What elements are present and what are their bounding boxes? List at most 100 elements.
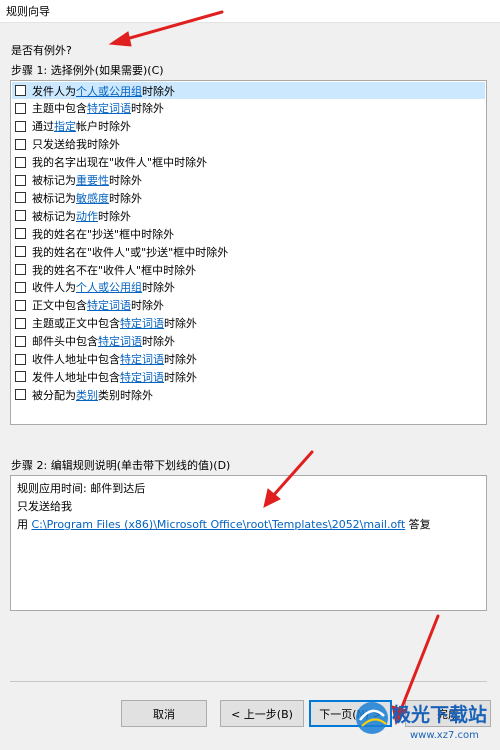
exception-text: 时除外 [164,353,197,366]
cancel-button[interactable]: 取消 [121,700,207,727]
exception-link[interactable]: 动作 [76,208,98,224]
exception-text: 收件人地址中包含 [32,353,120,366]
exception-text: 通过 [32,120,54,134]
step2-label: 步骤 2: 编辑规则说明(单击带下划线的值)(D) [11,459,231,472]
window-title: 规则向导 [6,5,50,18]
exception-item[interactable]: 发件人地址中包含 特定词语 时除外 [12,368,485,385]
exceptions-list[interactable]: 发件人为 个人或公用组 时除外 主题中包含 特定词语 时除外 通过 指定 帐户时除外… [10,80,487,425]
annotation-arrow-1-head [108,31,132,47]
exception-checkbox[interactable] [15,228,26,240]
exception-text: 主题或正文中包含 [32,317,120,331]
exception-checkbox[interactable] [15,138,26,150]
rule-description-line: 用 C:\Program Files (x86)\Microsoft Offic… [17,516,480,534]
exception-checkbox[interactable] [15,120,26,132]
exception-link[interactable]: 重要性 [76,172,109,188]
exception-text: 邮件头中包含 [32,335,98,349]
exception-text: 时除外 [131,102,164,116]
exception-text: 时除外 [131,299,164,313]
exception-text: 时除外 [142,84,175,98]
rule-description-line: 只发送给我 [17,500,72,513]
exception-item[interactable]: 邮件头中包含 特定词语 时除外 [12,333,485,350]
exception-link[interactable]: 特定词语 [120,315,164,331]
exception-text: 主题中包含 [32,102,87,116]
step1-label: 步骤 1: 选择例外(如果需要)(C) [11,64,164,77]
exception-checkbox[interactable] [15,317,26,329]
exception-text: 发件人为 [32,84,76,98]
exception-text: 时除外 [164,370,197,384]
rule-description-box: 规则应用时间: 邮件到达后 只发送给我 用 C:\Program Files (… [10,475,487,611]
exception-checkbox[interactable] [15,335,26,347]
exception-text: 发件人地址中包含 [32,370,120,384]
exception-checkbox[interactable] [15,192,26,204]
exception-text: 时除外 [142,281,175,295]
watermark-logo: 极光下载站 www.xz7.com [356,702,487,741]
watermark-text: 极光下载站 [392,703,487,726]
exception-checkbox[interactable] [15,264,26,275]
exception-item[interactable]: 被标记为 重要性 时除外 [12,172,485,189]
exception-checkbox[interactable] [15,85,26,96]
exception-link[interactable]: 特定词语 [98,333,142,349]
exception-item[interactable]: 被标记为 敏感度 时除外 [12,189,485,206]
exception-text: 正文中包含 [32,299,87,313]
back-button[interactable]: < 上一步(B) [220,700,304,727]
exception-checkbox[interactable] [15,371,26,383]
exception-checkbox[interactable] [15,281,26,293]
exception-link[interactable]: 特定词语 [87,100,131,116]
exception-text: 收件人为 [32,281,76,295]
watermark-url: www.xz7.com [410,730,479,741]
exception-item[interactable]: 我的名字出现在"收件人"框中时除外 [12,154,485,171]
exception-text: 时除外 [109,191,142,205]
exception-checkbox[interactable] [15,174,26,186]
reply-suffix: 答复 [405,518,431,531]
exception-text: 类别时除外 [98,388,153,402]
exception-checkbox[interactable] [15,156,26,168]
exception-text: 时除外 [142,335,175,349]
exception-item[interactable]: 被标记为 动作 时除外 [12,207,485,224]
exception-checkbox[interactable] [15,102,26,114]
exception-text: 时除外 [98,209,131,223]
title-bar: 规则向导 [0,0,500,23]
exception-link[interactable]: 个人或公用组 [76,279,142,295]
exception-text: 我的姓名在"抄送"框中时除外 [32,227,175,241]
rule-description-line: 规则应用时间: 邮件到达后 [17,482,146,495]
exceptions-question: 是否有例外? [11,44,72,57]
exception-checkbox[interactable] [15,353,26,365]
exception-item[interactable]: 只发送给我时除外 [12,136,485,153]
exception-text: 被标记为 [32,209,76,223]
exception-link[interactable]: 特定词语 [120,369,164,385]
exception-link[interactable]: 个人或公用组 [76,83,142,99]
exception-item[interactable]: 通过 指定 帐户时除外 [12,118,485,135]
exception-item[interactable]: 主题或正文中包含 特定词语 时除外 [12,315,485,332]
exception-item[interactable]: 发件人为 个人或公用组 时除外 [12,82,485,99]
exception-text: 被标记为 [32,191,76,205]
exception-text: 时除外 [109,174,142,187]
exception-link[interactable]: 指定 [54,118,76,134]
template-path-link[interactable]: C:\Program Files (x86)\Microsoft Office\… [32,518,406,531]
exception-text: 被分配为 [32,388,76,402]
exception-link[interactable]: 敏感度 [76,190,109,206]
exception-text: 被标记为 [32,174,76,187]
reply-prefix: 用 [17,518,32,531]
exception-checkbox[interactable] [15,299,26,311]
exception-item[interactable]: 我的姓名不在"收件人"框中时除外 [12,261,485,278]
exception-item[interactable]: 主题中包含 特定词语 时除外 [12,100,485,117]
exception-text: 只发送给我时除外 [32,138,120,152]
separator [10,681,487,682]
exception-text: 帐户时除外 [76,120,131,134]
exception-item[interactable]: 收件人为 个人或公用组 时除外 [12,279,485,296]
exception-checkbox[interactable] [15,389,26,401]
exception-item[interactable]: 我的姓名在"抄送"框中时除外 [12,225,485,242]
exception-text: 我的姓名在"收件人"或"抄送"框中时除外 [32,245,229,259]
exception-item[interactable]: 正文中包含 特定词语 时除外 [12,297,485,314]
exception-link[interactable]: 特定词语 [87,297,131,313]
exception-link[interactable]: 类别 [76,387,98,403]
exception-item[interactable]: 被分配为 类别 类别时除外 [12,386,485,403]
exception-checkbox[interactable] [15,210,26,222]
exception-checkbox[interactable] [15,246,26,258]
exception-text: 我的姓名不在"收件人"框中时除外 [32,263,197,277]
exception-text: 我的名字出现在"收件人"框中时除外 [32,156,208,170]
exception-text: 时除外 [164,317,197,331]
exception-link[interactable]: 特定词语 [120,351,164,367]
exception-item[interactable]: 我的姓名在"收件人"或"抄送"框中时除外 [12,243,485,260]
exception-item[interactable]: 收件人地址中包含 特定词语 时除外 [12,351,485,368]
